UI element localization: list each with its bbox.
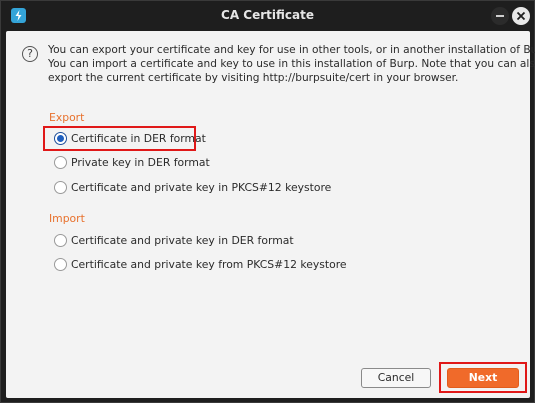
next-button[interactable]: Next [447,368,519,388]
radio-label: Certificate and private key from PKCS#12… [71,258,347,271]
description-line: export the current certificate by visiti… [48,72,459,84]
radio-button[interactable] [54,156,67,169]
radio-button[interactable] [54,234,67,247]
radio-label: Certificate and private key in PKCS#12 k… [71,181,332,194]
import-section-heading: Import [49,212,85,225]
export-section-heading: Export [49,111,85,124]
dialog-window: CA Certificate ? You can export your cer… [0,0,535,403]
window-title: CA Certificate [221,8,314,22]
dialog-content: ? You can export your certificate and ke… [6,31,535,398]
radio-button-checked[interactable] [54,132,67,145]
minimize-icon[interactable] [491,7,509,25]
description-line: You can import a certificate and key to … [48,58,535,70]
radio-button[interactable] [54,181,67,194]
description-text: You can export your certificate and key … [48,43,535,85]
title-bar: CA Certificate [1,1,534,31]
description-line: You can export your certificate and key … [48,44,535,56]
help-icon: ? [22,46,38,62]
radio-button[interactable] [54,258,67,271]
radio-label: Certificate in DER format [71,132,206,145]
radio-label: Private key in DER format [71,156,210,169]
close-icon[interactable] [512,7,530,25]
radio-label: Certificate and private key in DER forma… [71,234,294,247]
cancel-button[interactable]: Cancel [361,368,431,388]
